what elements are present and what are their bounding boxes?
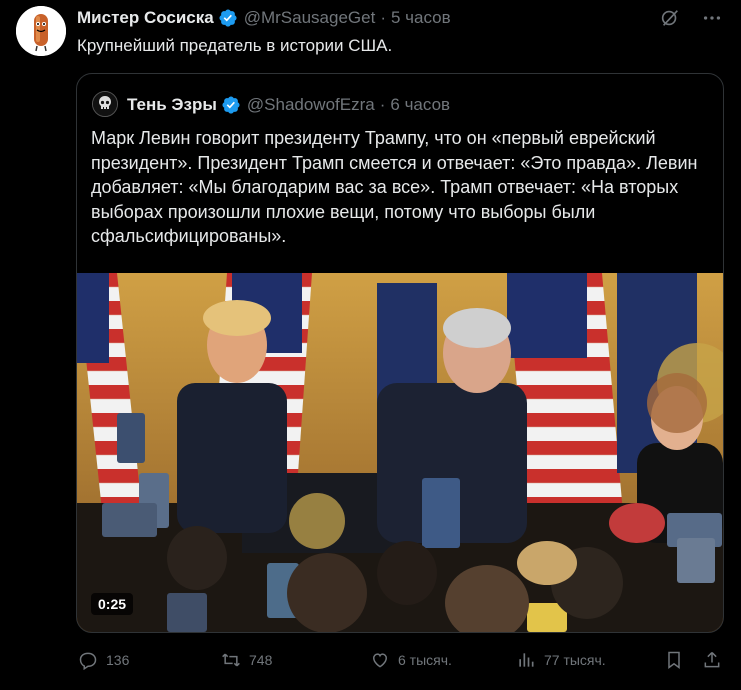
more-icon[interactable] bbox=[701, 7, 723, 29]
tweet-time[interactable]: 5 часов bbox=[391, 8, 451, 28]
header-actions bbox=[659, 7, 723, 29]
views-button[interactable]: 77 тысяч. bbox=[516, 650, 606, 670]
author-handle[interactable]: @MrSausageGet bbox=[244, 8, 376, 28]
verified-badge-icon bbox=[222, 96, 240, 114]
bookmark-button[interactable] bbox=[664, 650, 692, 670]
views-count: 77 тысяч. bbox=[544, 652, 606, 668]
avatar[interactable] bbox=[16, 6, 66, 56]
views-chart-icon bbox=[519, 653, 534, 667]
verified-badge-icon bbox=[219, 9, 237, 27]
repost-button[interactable]: 748 bbox=[221, 650, 272, 670]
video-frame-image bbox=[77, 273, 723, 632]
separator-dot: · bbox=[379, 95, 386, 114]
tweet-text: Крупнейший предатель в истории США. bbox=[77, 36, 393, 55]
quote-header: Тень Эзры @ShadowofEzra · 6 часов bbox=[127, 93, 450, 117]
reply-icon bbox=[79, 652, 97, 670]
author-name[interactable]: Мистер Сосиска bbox=[77, 8, 214, 28]
grok-icon[interactable] bbox=[659, 7, 681, 29]
quote-author-handle[interactable]: @ShadowofEzra bbox=[247, 95, 375, 115]
like-count: 6 тысяч. bbox=[398, 652, 452, 668]
video-duration: 0:25 bbox=[91, 593, 134, 615]
like-button[interactable]: 6 тысяч. bbox=[370, 650, 452, 670]
separator-dot: · bbox=[380, 8, 386, 27]
tweet-actions: 136 748 6 тысяч. 77 тысяч. bbox=[76, 650, 722, 674]
tweet: Мистер Сосиска @MrSausageGet · 5 часов К… bbox=[0, 0, 741, 690]
video-player[interactable]: 0:25 bbox=[77, 273, 723, 632]
repost-count: 748 bbox=[249, 652, 273, 668]
tweet-header: Мистер Сосиска @MrSausageGet · 5 часов bbox=[77, 6, 451, 30]
quote-text: Марк Левин говорит президенту Трампу, чт… bbox=[91, 128, 698, 246]
quoted-tweet[interactable]: Тень Эзры @ShadowofEzra · 6 часов Марк Л… bbox=[76, 73, 724, 633]
heart-icon bbox=[372, 653, 388, 668]
quote-avatar[interactable] bbox=[92, 91, 118, 117]
repost-icon bbox=[222, 653, 240, 667]
reply-button[interactable]: 136 bbox=[78, 650, 129, 670]
quote-author-name[interactable]: Тень Эзры bbox=[127, 95, 217, 115]
quote-time[interactable]: 6 часов bbox=[390, 95, 450, 115]
bookmark-icon bbox=[668, 651, 680, 669]
sausage-avatar-icon bbox=[16, 6, 66, 56]
share-icon bbox=[704, 651, 720, 668]
share-button[interactable] bbox=[702, 650, 730, 670]
reply-count: 136 bbox=[106, 652, 130, 668]
skull-avatar-icon bbox=[93, 92, 117, 116]
